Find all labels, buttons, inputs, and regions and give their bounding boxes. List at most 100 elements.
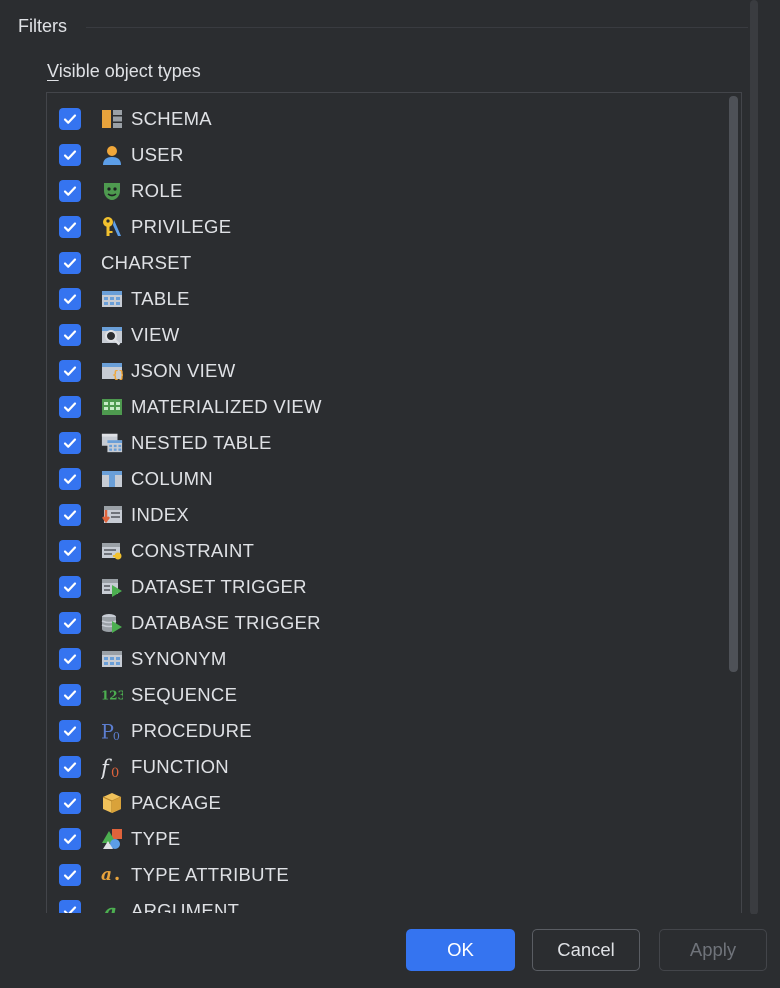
list-item[interactable]: f 0 FUNCTION: [59, 749, 229, 785]
list-item[interactable]: SCHEMA: [59, 101, 212, 137]
checkbox[interactable]: [59, 180, 81, 202]
privilege-icon: [101, 216, 123, 238]
list-item[interactable]: 123 SEQUENCE: [59, 677, 237, 713]
apply-button[interactable]: Apply: [659, 929, 767, 971]
visible-object-types-label: Visible object types: [47, 61, 201, 82]
checkbox[interactable]: [59, 756, 81, 778]
dialog-scrollbar[interactable]: [750, 0, 758, 915]
list-item-label: TYPE ATTRIBUTE: [131, 864, 290, 885]
user-icon: [101, 144, 123, 166]
list-item-label: CONSTRAINT: [131, 540, 255, 561]
procedure-icon: P0: [101, 720, 123, 743]
checkbox[interactable]: [59, 108, 81, 130]
list-item-label: CHARSET: [101, 252, 192, 273]
list-item[interactable]: NESTED TABLE: [59, 425, 272, 461]
list-item[interactable]: DATABASE TRIGGER: [59, 605, 321, 641]
schema-icon: [101, 108, 123, 130]
package-icon: [101, 792, 123, 814]
list-item[interactable]: PACKAGE: [59, 785, 221, 821]
list-item-label: ROLE: [131, 180, 183, 201]
list-item[interactable]: DATASET TRIGGER: [59, 569, 307, 605]
checkbox[interactable]: [59, 864, 81, 886]
checkbox[interactable]: [59, 900, 81, 913]
checkbox[interactable]: [59, 360, 81, 382]
list-scrollbar[interactable]: [729, 96, 738, 672]
column-icon: [101, 468, 123, 490]
svg-text:0: 0: [113, 730, 120, 743]
view-icon: [101, 324, 123, 346]
list-item[interactable]: TYPE: [59, 821, 181, 857]
checkbox[interactable]: [59, 396, 81, 418]
nested-table-icon: [101, 432, 123, 454]
argument-icon: a: [101, 900, 123, 913]
json-view-icon: {}: [101, 360, 123, 382]
list-item[interactable]: PRIVILEGE: [59, 209, 231, 245]
list-item[interactable]: COLUMN: [59, 461, 213, 497]
constraint-icon: [101, 540, 123, 562]
section-divider: [86, 27, 748, 28]
list-item[interactable]: CHARSET: [59, 245, 192, 281]
list-item-label: MATERIALIZED VIEW: [131, 396, 322, 417]
list-item[interactable]: INDEX: [59, 497, 189, 533]
checkbox[interactable]: [59, 684, 81, 706]
list-item-label: VIEW: [131, 324, 180, 345]
checkbox[interactable]: [59, 432, 81, 454]
svg-text:{}: {}: [112, 368, 123, 381]
checkbox[interactable]: [59, 648, 81, 670]
list-item-label: SEQUENCE: [131, 684, 238, 705]
checkbox[interactable]: [59, 612, 81, 634]
list-item[interactable]: ROLE: [59, 173, 183, 209]
list-item-label: TABLE: [131, 288, 190, 309]
type-icon: [101, 828, 123, 850]
list-item[interactable]: {} JSON VIEW: [59, 353, 235, 389]
svg-text:a: a: [104, 900, 117, 913]
list-item[interactable]: CONSTRAINT: [59, 533, 254, 569]
checkbox[interactable]: [59, 504, 81, 526]
list-item[interactable]: a ARGUMENT: [59, 893, 239, 913]
function-icon: f0: [101, 756, 123, 779]
checkbox[interactable]: [59, 468, 81, 490]
svg-text:0: 0: [111, 766, 119, 779]
list-item[interactable]: VIEW: [59, 317, 179, 353]
checkbox[interactable]: [59, 252, 81, 274]
checkbox[interactable]: [59, 288, 81, 310]
ok-button[interactable]: OK: [406, 929, 515, 971]
list-item-label: TYPE: [131, 828, 181, 849]
list-item-label: USER: [131, 144, 184, 165]
dataset-trigger-icon: [101, 576, 123, 598]
list-item-label: COLUMN: [131, 468, 213, 489]
list-item-label: DATASET TRIGGER: [131, 576, 307, 597]
synonym-icon: [101, 648, 123, 670]
checkbox[interactable]: [59, 216, 81, 238]
cancel-button[interactable]: Cancel: [532, 929, 640, 971]
list-item-label: PROCEDURE: [131, 720, 252, 741]
object-types-list[interactable]: SCHEMA USER ROLE PRIVILEGE CHARSET TABLE VIEW {…: [46, 92, 742, 913]
table-icon: [101, 288, 123, 310]
list-item-label: DATABASE TRIGGER: [131, 612, 321, 633]
list-item-label: INDEX: [131, 504, 190, 525]
type-attribute-icon: a: [101, 864, 123, 886]
list-item-label: PACKAGE: [131, 792, 222, 813]
list-item-label: SYNONYM: [131, 648, 227, 669]
list-item[interactable]: TABLE: [59, 281, 190, 317]
checkbox[interactable]: [59, 324, 81, 346]
list-item-label: JSON VIEW: [131, 360, 236, 381]
list-item[interactable]: SYNONYM: [59, 641, 227, 677]
checkbox[interactable]: [59, 576, 81, 598]
group-label-text: isible object types: [58, 61, 201, 81]
role-icon: [101, 180, 123, 202]
list-item[interactable]: USER: [59, 137, 184, 173]
checkbox[interactable]: [59, 792, 81, 814]
checkbox[interactable]: [59, 540, 81, 562]
mnemonic-letter: V: [47, 61, 59, 81]
section-title: Filters: [18, 16, 67, 36]
list-item-label: PRIVILEGE: [131, 216, 232, 237]
checkbox[interactable]: [59, 144, 81, 166]
materialized-view-icon: [101, 396, 123, 418]
list-item[interactable]: MATERIALIZED VIEW: [59, 389, 322, 425]
list-item-label: FUNCTION: [131, 756, 229, 777]
checkbox[interactable]: [59, 720, 81, 742]
list-item[interactable]: a TYPE ATTRIBUTE: [59, 857, 289, 893]
checkbox[interactable]: [59, 828, 81, 850]
list-item[interactable]: P 0 PROCEDURE: [59, 713, 252, 749]
